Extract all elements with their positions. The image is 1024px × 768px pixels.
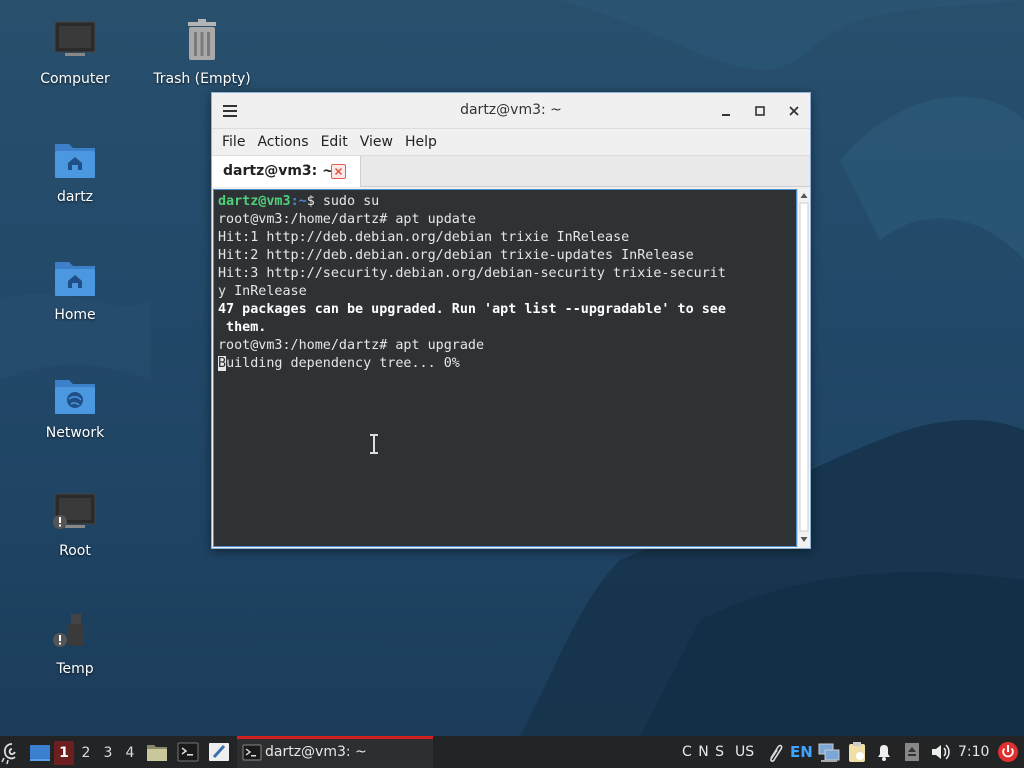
terminal-cursor: B: [218, 356, 227, 371]
paperclip-icon[interactable]: [765, 736, 785, 768]
terminal-line: root@vm3:/home/dartz# apt upgrade: [218, 338, 485, 353]
terminal-line: Hit:2 http://deb.debian.org/debian trixi…: [218, 248, 694, 263]
desktop-icon-dartz[interactable]: dartz: [15, 136, 135, 206]
input-language[interactable]: EN: [790, 736, 813, 768]
terminal-icon: [242, 744, 262, 761]
clipboard-icon[interactable]: [846, 736, 868, 768]
close-icon[interactable]: [782, 99, 806, 123]
terminal-window: dartz@vm3: ~ File Actions Edit View Help…: [211, 92, 811, 549]
workspace-3[interactable]: 3: [98, 741, 118, 765]
desktop-icon-temp[interactable]: Temp: [15, 608, 135, 678]
terminal-line: y InRelease: [218, 284, 307, 299]
network-folder-icon: [51, 372, 99, 420]
prompt-symbol: $: [306, 194, 323, 209]
text-cursor-icon: [368, 434, 380, 454]
terminal-scrollbar[interactable]: [797, 189, 810, 547]
desktop-icon-root[interactable]: Root: [15, 490, 135, 560]
text-editor-icon[interactable]: [207, 736, 231, 768]
desktop-icon-network[interactable]: Network: [15, 372, 135, 442]
terminal-line: Building dependency tree... 0%: [218, 355, 792, 373]
terminal-line: root@vm3:/home/dartz# apt update: [218, 212, 476, 227]
menu-edit[interactable]: Edit: [315, 129, 354, 156]
desktop: Computer Trash (Empty) dartz Home Networ…: [0, 0, 1024, 736]
monitor-icon: [51, 18, 99, 66]
desktop-icon-label: Root: [59, 543, 91, 559]
volume-icon[interactable]: [929, 736, 951, 768]
usb-warning-icon: [51, 608, 99, 656]
file-manager-icon[interactable]: [145, 736, 169, 768]
keyboard-layout[interactable]: US: [735, 736, 754, 768]
terminal-line: them.: [218, 320, 267, 335]
eject-icon[interactable]: [902, 736, 922, 768]
desktop-icon-trash[interactable]: Trash (Empty): [142, 18, 262, 88]
notification-bell-icon[interactable]: [874, 736, 894, 768]
taskbar-item-label: dartz@vm3: ~: [265, 744, 367, 760]
terminal-output[interactable]: dartz@vm3:~$ sudo su root@vm3:/home/dartz…: [213, 189, 797, 547]
tab-label: dartz@vm3: ~: [223, 163, 334, 179]
power-icon[interactable]: [996, 736, 1020, 768]
desktop-icon-label: dartz: [56, 189, 94, 205]
home-folder-icon: [51, 136, 99, 184]
tab-bar: dartz@vm3: ~: [212, 156, 810, 187]
workspace-2[interactable]: 2: [76, 741, 96, 765]
menu-actions[interactable]: Actions: [251, 129, 314, 156]
menu-file[interactable]: File: [216, 129, 251, 156]
menu-view[interactable]: View: [354, 129, 399, 156]
terminal-line: Hit:1 http://deb.debian.org/debian trixi…: [218, 230, 630, 245]
menu-help[interactable]: Help: [399, 129, 443, 156]
window-titlebar[interactable]: dartz@vm3: ~: [212, 93, 810, 129]
menubar: File Actions Edit View Help: [212, 129, 810, 156]
terminal-tab[interactable]: dartz@vm3: ~: [212, 156, 361, 187]
desktop-icon-label: Temp: [56, 661, 94, 677]
terminal-launcher-icon[interactable]: [176, 736, 200, 768]
desktop-icon-home[interactable]: Home: [15, 254, 135, 324]
taskbar-item-terminal[interactable]: dartz@vm3: ~: [237, 736, 433, 768]
taskbar: 1 2 3 4 dartz@vm3: ~ C N S US EN 7:10: [0, 736, 1024, 768]
monitor-warning-icon: [51, 490, 99, 538]
lock-keys-indicator[interactable]: C N S: [682, 736, 725, 768]
terminal-line: 47 packages can be upgraded. Run 'apt li…: [218, 302, 726, 317]
workspace-1[interactable]: 1: [54, 741, 74, 765]
clock[interactable]: 7:10: [958, 736, 989, 768]
maximize-icon[interactable]: [748, 99, 772, 123]
show-desktop-icon[interactable]: [28, 736, 52, 768]
desktop-icon-computer[interactable]: Computer: [15, 18, 135, 88]
terminal-line: dartz@vm3:~$ sudo su: [218, 193, 792, 211]
progress-text: uilding dependency tree... 0%: [226, 356, 460, 371]
prompt-user: dartz@vm3: [218, 194, 291, 209]
minimize-icon[interactable]: [714, 99, 738, 123]
desktop-icon-label: Computer: [40, 71, 110, 87]
debian-menu-icon[interactable]: [0, 736, 24, 768]
desktop-icon-label: Home: [54, 307, 96, 323]
desktop-icon-label: Network: [45, 425, 105, 441]
home-folder-icon: [51, 254, 99, 302]
terminal-line: Hit:3 http://security.debian.org/debian-…: [218, 266, 726, 281]
tab-close-icon[interactable]: [331, 164, 346, 179]
command-text: sudo su: [322, 194, 380, 209]
desktop-icon-label: Trash (Empty): [153, 71, 251, 87]
trash-icon: [178, 18, 226, 66]
prompt-path: :~: [290, 194, 307, 209]
workspace-4[interactable]: 4: [120, 741, 140, 765]
network-icon[interactable]: [817, 736, 841, 768]
